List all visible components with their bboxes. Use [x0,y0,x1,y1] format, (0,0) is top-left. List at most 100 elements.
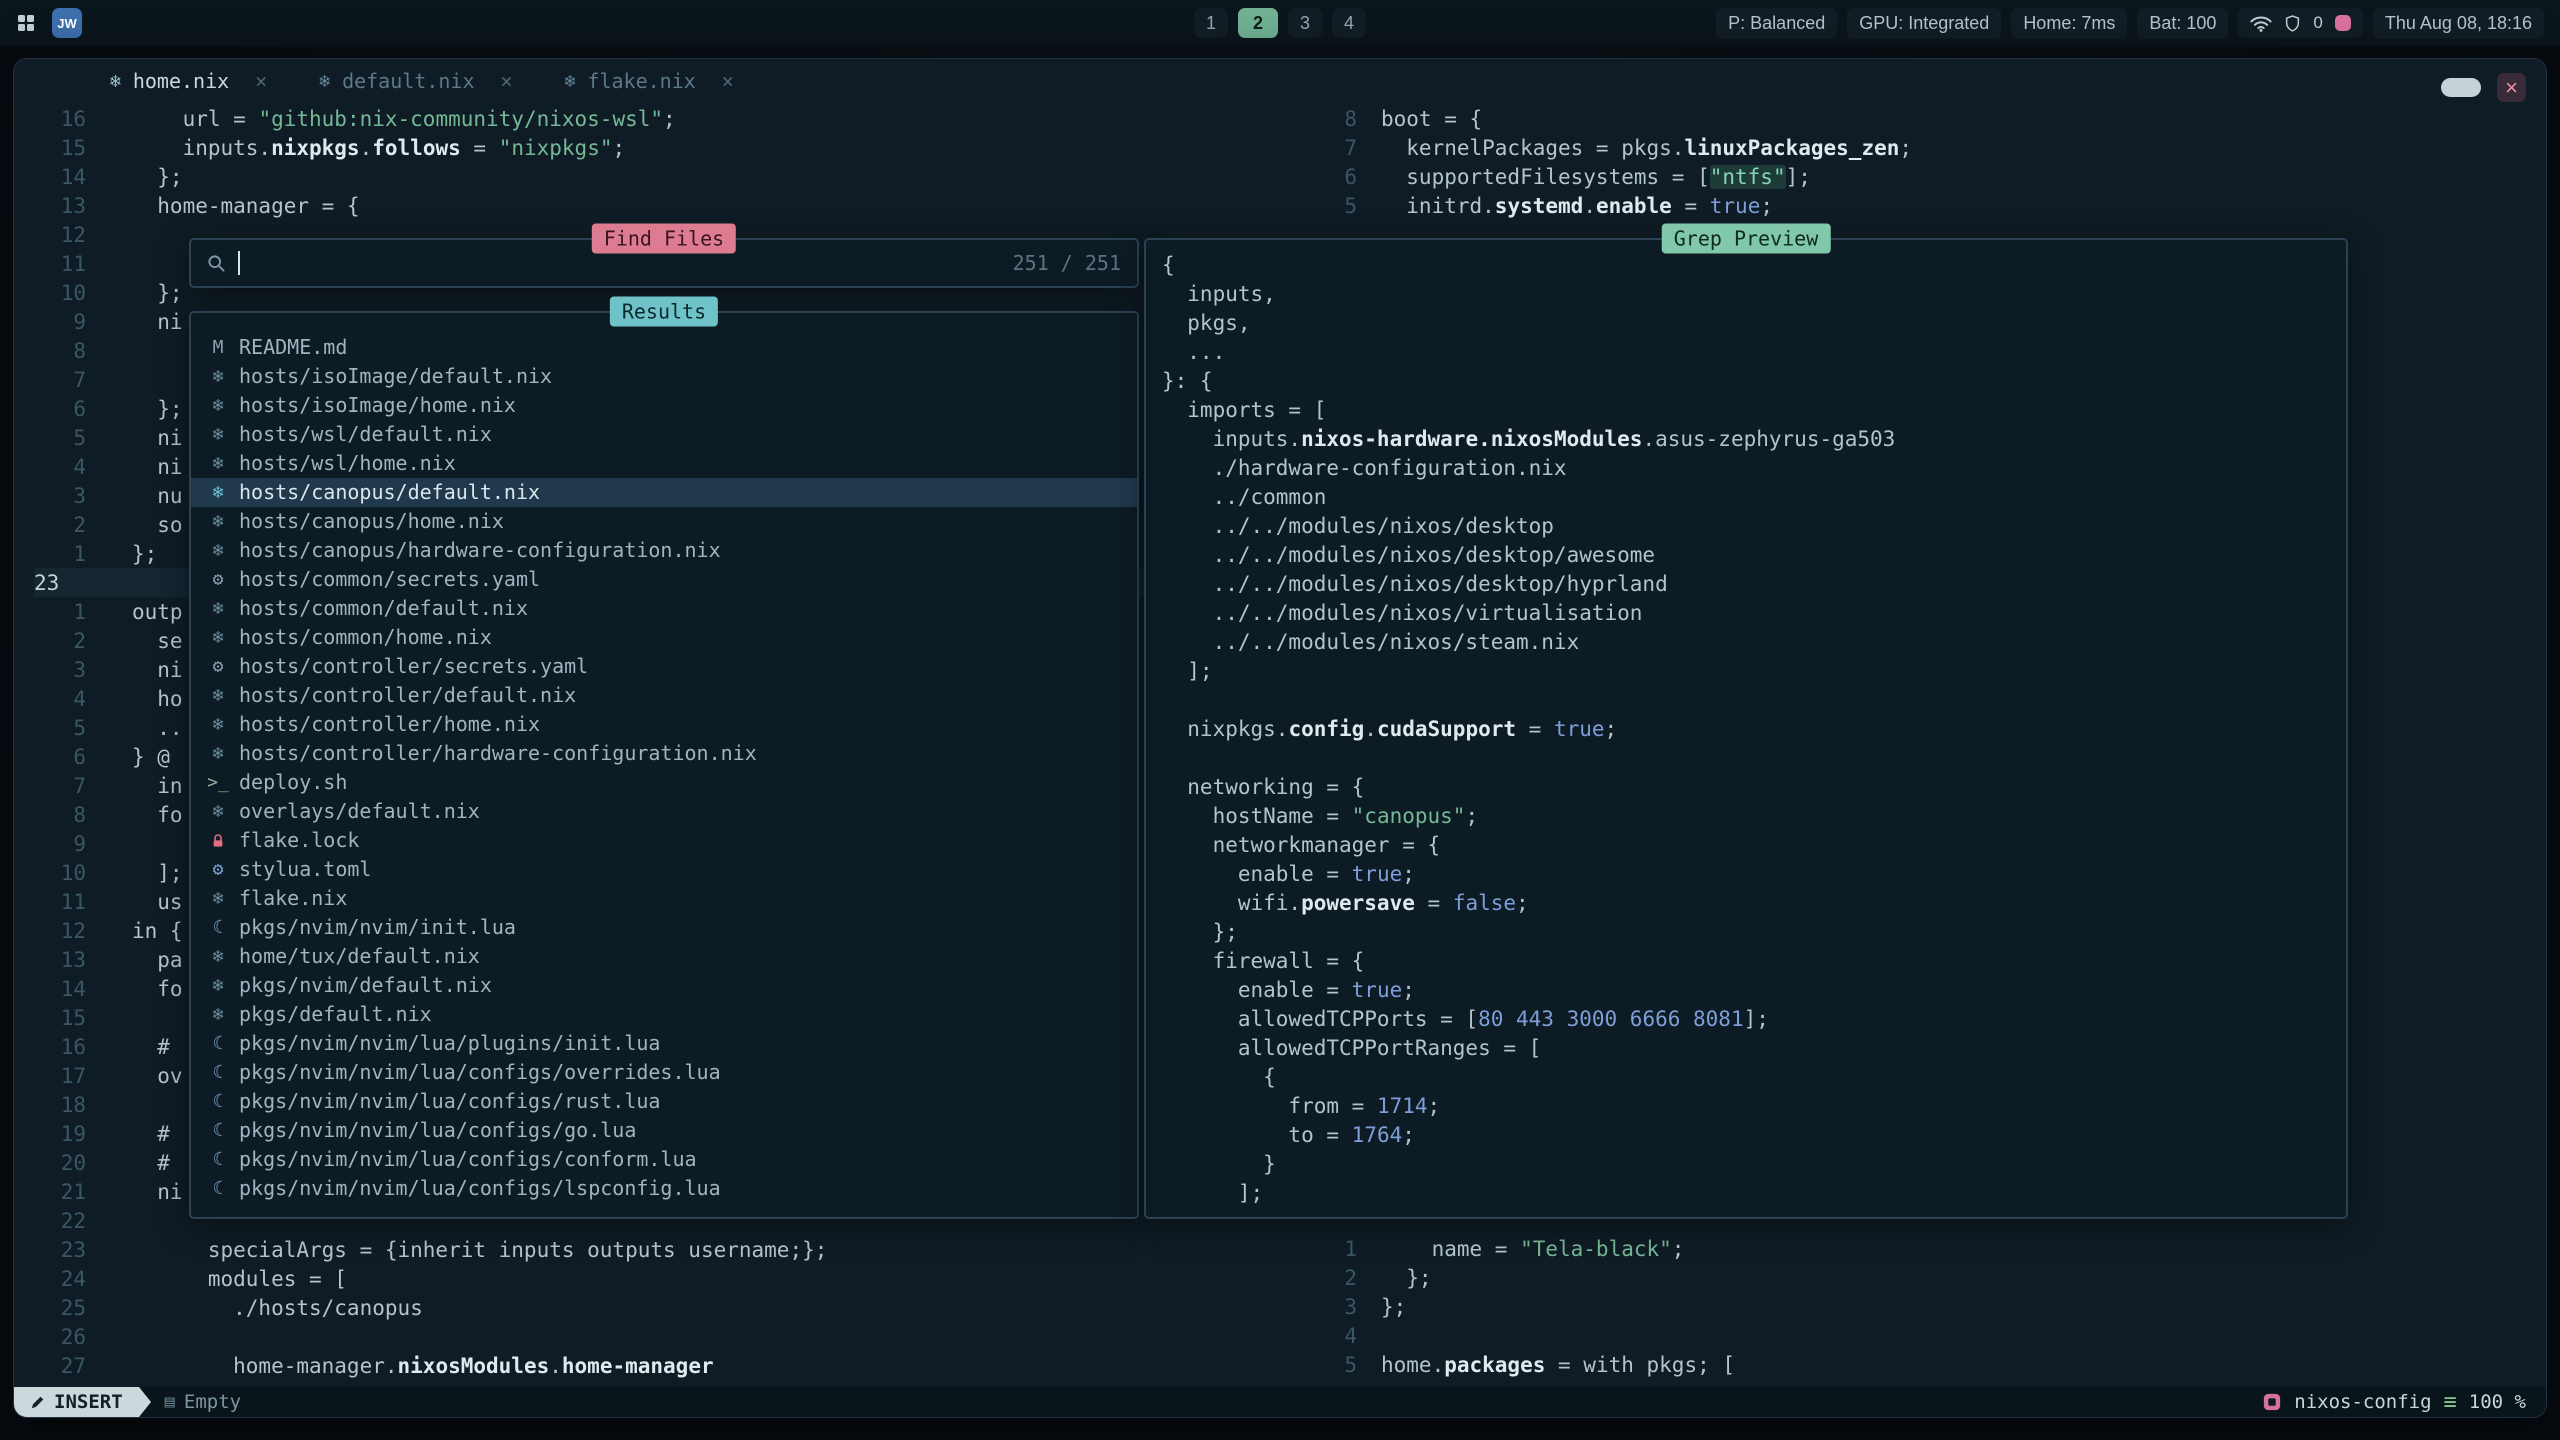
code-line[interactable]: allowedTCPPorts = [80 443 3000 6666 8081… [1162,1004,2338,1033]
code-line[interactable]: imports = [ [1162,395,2338,424]
workspace-1[interactable]: 1 [1194,8,1228,38]
code-line[interactable]: 2 }; [1317,1263,2532,1292]
code-line[interactable]: 8boot = { [1317,104,2532,133]
code-line[interactable]: 6 supportedFilesystems = ["ntfs"]; [1317,162,2532,191]
result-item[interactable]: ❄hosts/canopus/default.nix [191,478,1137,507]
code-line[interactable]: 3}; [1317,1292,2532,1321]
code-line[interactable]: } [1162,1149,2338,1178]
result-item[interactable]: ⚙hosts/common/secrets.yaml [191,565,1137,594]
code-line[interactable]: ../../modules/nixos/desktop/hyprland [1162,569,2338,598]
result-item[interactable]: ❄hosts/common/default.nix [191,594,1137,623]
code-line[interactable]: 15 inputs.nixpkgs.follows = "nixpkgs"; [34,133,1296,162]
result-item[interactable]: flake.lock [191,826,1137,855]
code-line[interactable]: { [1162,1062,2338,1091]
code-line[interactable]: 1 name = "Tela-black"; [1317,1234,2532,1263]
code-line[interactable]: ../../modules/nixos/virtualisation [1162,598,2338,627]
code-line[interactable]: inputs, [1162,279,2338,308]
code-line[interactable]: 5 initrd.systemd.enable = true; [1317,191,2532,220]
tab-flake.nix[interactable]: ❄flake.nix× [539,59,760,104]
result-item[interactable]: ⚙hosts/controller/secrets.yaml [191,652,1137,681]
result-item[interactable]: ❄hosts/controller/default.nix [191,681,1137,710]
result-item[interactable]: ❄pkgs/nvim/default.nix [191,971,1137,1000]
code-line[interactable]: 27 home-manager.nixosModules.home-manage… [34,1351,1296,1380]
code-line[interactable]: from = 1714; [1162,1091,2338,1120]
result-item[interactable]: ❄overlays/default.nix [191,797,1137,826]
result-item[interactable]: ☾pkgs/nvim/nvim/lua/plugins/init.lua [191,1029,1137,1058]
result-item[interactable]: ☾pkgs/nvim/nvim/lua/configs/rust.lua [191,1087,1137,1116]
code-line[interactable]: 5home.packages = with pkgs; [ [1317,1350,2532,1379]
close-tab-icon[interactable]: × [255,59,267,104]
result-item[interactable]: ❄hosts/isoImage/default.nix [191,362,1137,391]
result-item[interactable]: ❄pkgs/default.nix [191,1000,1137,1029]
window-toggle[interactable] [2441,78,2481,97]
close-tab-icon[interactable]: × [501,59,513,104]
code-line[interactable]: ... [1162,337,2338,366]
code-line[interactable]: wifi.powersave = false; [1162,888,2338,917]
workspace-3[interactable]: 3 [1288,8,1322,38]
result-item[interactable]: ⚙stylua.toml [191,855,1137,884]
workspace-2[interactable]: 2 [1238,8,1278,38]
result-item[interactable]: >_deploy.sh [191,768,1137,797]
code-line[interactable]: enable = true; [1162,975,2338,1004]
app-grid-icon[interactable] [16,13,36,33]
code-line[interactable] [1162,743,2338,772]
lock-icon [205,833,231,849]
result-item[interactable]: ☾pkgs/nvim/nvim/lua/configs/go.lua [191,1116,1137,1145]
code-line[interactable]: { [1162,250,2338,279]
tab-home.nix[interactable]: ❄home.nix× [84,59,293,104]
code-line[interactable]: ./hardware-configuration.nix [1162,453,2338,482]
line-number: 3 [34,484,86,508]
result-item[interactable]: ❄hosts/controller/home.nix [191,710,1137,739]
result-item[interactable]: ❄hosts/wsl/home.nix [191,449,1137,478]
code-line[interactable]: firewall = { [1162,946,2338,975]
line-number: 18 [34,1093,86,1117]
code-line[interactable]: ]; [1162,656,2338,685]
code-line[interactable]: ]; [1162,1178,2338,1207]
code-line[interactable]: to = 1764; [1162,1120,2338,1149]
result-item[interactable]: ☾pkgs/nvim/nvim/init.lua [191,913,1137,942]
result-item[interactable]: MREADME.md [191,333,1137,362]
code-line[interactable]: 13 home-manager = { [34,191,1296,220]
code-line[interactable]: pkgs, [1162,308,2338,337]
code-line[interactable]: 25 ./hosts/canopus [34,1293,1296,1322]
code-line[interactable]: 23 specialArgs = {inherit inputs outputs… [34,1235,1296,1264]
result-item[interactable]: ☾pkgs/nvim/nvim/lua/configs/lspconfig.lu… [191,1174,1137,1203]
result-item[interactable]: ❄hosts/canopus/hardware-configuration.ni… [191,536,1137,565]
result-item[interactable]: ❄hosts/isoImage/home.nix [191,391,1137,420]
result-item[interactable]: ☾pkgs/nvim/nvim/lua/configs/overrides.lu… [191,1058,1137,1087]
code-line[interactable]: ../../modules/nixos/desktop/awesome [1162,540,2338,569]
line-number: 23 [34,571,86,595]
code-line[interactable]: networking = { [1162,772,2338,801]
result-item[interactable]: ❄hosts/controller/hardware-configuration… [191,739,1137,768]
code-line[interactable]: enable = true; [1162,859,2338,888]
close-tab-icon[interactable]: × [722,59,734,104]
code-line[interactable]: }: { [1162,366,2338,395]
code-line[interactable]: 4 [1317,1321,2532,1350]
code-line[interactable]: allowedTCPPortRanges = [ [1162,1033,2338,1062]
code-line[interactable]: nixpkgs.config.cudaSupport = true; [1162,714,2338,743]
code-line[interactable] [1162,685,2338,714]
code-line[interactable]: ../../modules/nixos/desktop [1162,511,2338,540]
code-line[interactable]: 26 [34,1322,1296,1351]
code-line[interactable]: 16 url = "github:nix-community/nixos-wsl… [34,104,1296,133]
code-text: ni [132,1180,183,1204]
result-item[interactable]: ❄hosts/common/home.nix [191,623,1137,652]
window-close-button[interactable]: × [2497,73,2526,102]
result-item[interactable]: ❄flake.nix [191,884,1137,913]
result-item[interactable]: ❄home/tux/default.nix [191,942,1137,971]
code-line[interactable]: ../../modules/nixos/steam.nix [1162,627,2338,656]
code-line[interactable]: hostName = "canopus"; [1162,801,2338,830]
code-line[interactable]: }; [1162,917,2338,946]
code-line[interactable]: inputs.nixos-hardware.nixosModules.asus-… [1162,424,2338,453]
result-item[interactable]: ❄hosts/canopus/home.nix [191,507,1137,536]
result-item[interactable]: ❄hosts/wsl/default.nix [191,420,1137,449]
result-item[interactable]: ☾pkgs/nvim/nvim/lua/configs/conform.lua [191,1145,1137,1174]
code-line[interactable]: networkmanager = { [1162,830,2338,859]
tab-default.nix[interactable]: ❄default.nix× [293,59,538,104]
code-line[interactable]: ../common [1162,482,2338,511]
code-line[interactable]: 24 modules = [ [34,1264,1296,1293]
code-line[interactable]: 14 }; [34,162,1296,191]
code-line[interactable]: 7 kernelPackages = pkgs.linuxPackages_ze… [1317,133,2532,162]
app-icon[interactable]: JW [52,8,82,38]
workspace-4[interactable]: 4 [1332,8,1366,38]
